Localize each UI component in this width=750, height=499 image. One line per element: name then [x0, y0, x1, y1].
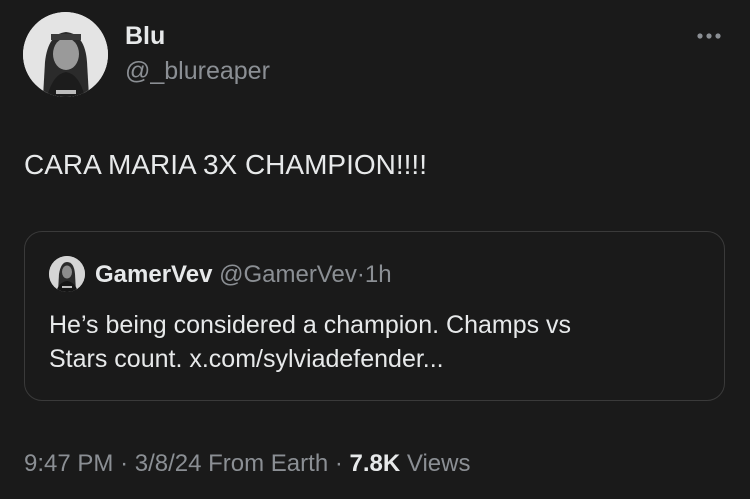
quoted-display-name[interactable]: GamerVev	[95, 261, 212, 288]
quoted-timestamp[interactable]: 1h	[365, 261, 392, 288]
views-count[interactable]: 7.8K	[350, 450, 401, 477]
tweet-text: CARA MARIA 3X CHAMPION!!!!	[24, 149, 427, 180]
author-handle[interactable]: @_blureaper	[125, 56, 270, 86]
meta-separator: ·	[120, 450, 129, 477]
tweet-location: From Earth	[208, 450, 329, 477]
tweet-date[interactable]: 3/8/24	[135, 450, 202, 477]
quoted-handle[interactable]: @GamerVev	[219, 261, 357, 288]
quoted-text-line-2[interactable]: Stars count. x.com/sylviadefender...	[49, 345, 444, 373]
more-dots-icon	[697, 33, 721, 39]
tweet-metadata: 9:47 PM · 3/8/24 From Earth · 7.8K Views	[24, 448, 470, 480]
quoted-author-avatar[interactable]	[49, 256, 85, 292]
quoted-profile-avatar-icon	[49, 256, 85, 292]
views-label[interactable]: Views	[407, 450, 471, 477]
quoted-text-line-1: He’s being considered a champion. Champs…	[49, 311, 572, 339]
author-avatar[interactable]	[23, 12, 108, 97]
more-options-button[interactable]	[690, 24, 730, 48]
quoted-tweet-text: He’s being considered a champion. Champs…	[49, 308, 699, 376]
quoted-separator: ·	[356, 261, 365, 288]
quoted-header: GamerVev @GamerVev·1h	[95, 260, 392, 290]
meta-separator: ·	[334, 450, 343, 477]
tweet-time[interactable]: 9:47 PM	[24, 450, 113, 477]
profile-avatar-icon	[23, 12, 108, 97]
quoted-tweet-card[interactable]: GamerVev @GamerVev·1h He’s being conside…	[24, 231, 725, 401]
author-display-name[interactable]: Blu	[125, 21, 165, 51]
